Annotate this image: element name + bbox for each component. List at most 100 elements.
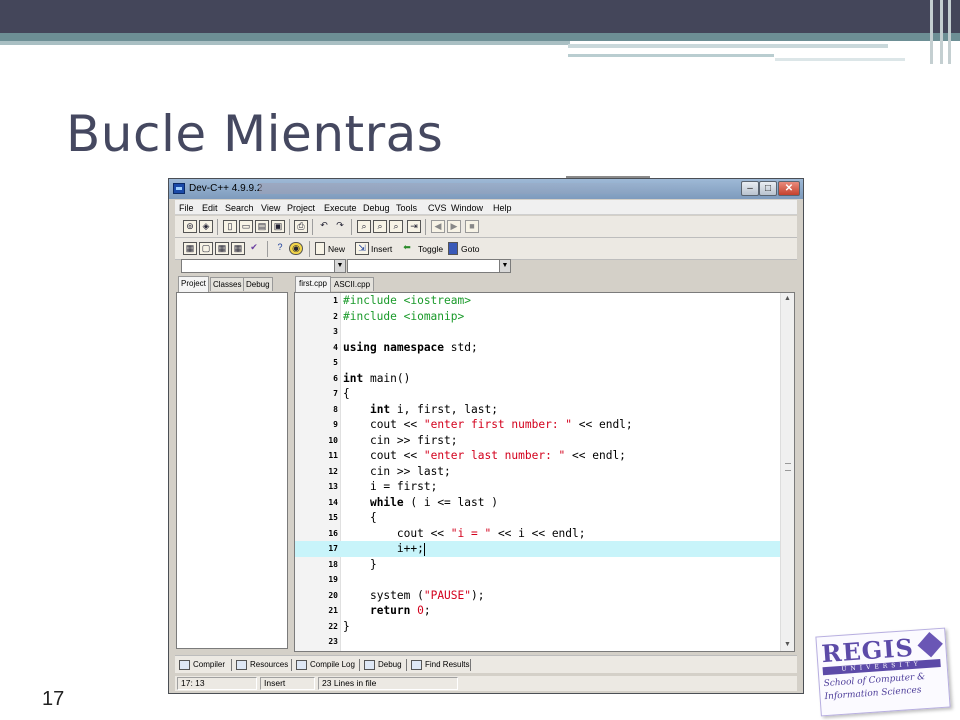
- code-line[interactable]: 11 cout << "enter last number: " << endl…: [295, 448, 780, 464]
- chevron-down-icon[interactable]: ▼: [499, 260, 510, 272]
- code-line[interactable]: 15 {: [295, 510, 780, 526]
- panel-splitter[interactable]: [288, 276, 292, 654]
- code-line[interactable]: 21 return 0;: [295, 603, 780, 619]
- line-number: 3: [333, 327, 338, 336]
- code-text: #include <iostream>: [343, 293, 471, 308]
- tab-find-results[interactable]: Find Results: [411, 658, 469, 672]
- forward-icon[interactable]: ▶: [447, 220, 461, 233]
- tab-debug[interactable]: Debug: [243, 277, 273, 291]
- close-file-icon[interactable]: ▣: [271, 220, 285, 233]
- replace-icon[interactable]: ⌕: [373, 220, 387, 233]
- code-line[interactable]: 20 system ("PAUSE");: [295, 588, 780, 604]
- class-combo[interactable]: ▼: [181, 259, 346, 273]
- code-line[interactable]: 16 cout << "i = " << i << endl;: [295, 526, 780, 542]
- run-icon[interactable]: ▢: [199, 242, 213, 255]
- code-line[interactable]: 23: [295, 634, 780, 650]
- stop-icon[interactable]: ■: [465, 220, 479, 233]
- code-text: while ( i <= last ): [343, 495, 498, 510]
- back-icon[interactable]: ◀: [431, 220, 445, 233]
- code-line[interactable]: 1 #include <iostream>: [295, 293, 780, 309]
- close-button[interactable]: ✕: [778, 181, 800, 196]
- code-line[interactable]: 19: [295, 572, 780, 588]
- menu-view[interactable]: View: [261, 203, 280, 213]
- menu-file[interactable]: File: [179, 203, 194, 213]
- member-combo[interactable]: ▼: [347, 259, 511, 273]
- vertical-scrollbar[interactable]: ▲ ▼: [780, 293, 794, 651]
- print-icon[interactable]: ⎙: [294, 220, 308, 233]
- code-line[interactable]: 9 cout << "enter first number: " << endl…: [295, 417, 780, 433]
- menu-cvs[interactable]: CVS: [428, 203, 447, 213]
- code-line[interactable]: 6 int main(): [295, 371, 780, 387]
- chevron-down-icon[interactable]: ▼: [334, 260, 345, 272]
- code-line[interactable]: 14 while ( i <= last ): [295, 495, 780, 511]
- tab-compile-log[interactable]: Compile Log: [296, 658, 355, 672]
- header-line: [775, 58, 905, 61]
- check-icon[interactable]: ✔: [247, 242, 261, 255]
- code-line[interactable]: 3: [295, 324, 780, 340]
- open-file-icon[interactable]: ▭: [239, 220, 253, 233]
- code-token: {: [369, 511, 377, 524]
- toggle-bookmark-icon[interactable]: ⬅: [400, 242, 414, 255]
- goto-button[interactable]: Goto: [461, 244, 479, 254]
- find-next-icon[interactable]: ⌕: [389, 220, 403, 233]
- tab-classes[interactable]: Classes: [210, 277, 245, 291]
- code-line[interactable]: 10 cin >> first;: [295, 433, 780, 449]
- code-line[interactable]: 2 #include <iomanip>: [295, 309, 780, 325]
- toggle-button[interactable]: Toggle: [418, 244, 443, 254]
- tab-ascii-cpp[interactable]: ASCII.cpp: [330, 277, 375, 291]
- menu-execute[interactable]: Execute: [324, 203, 357, 213]
- about-icon[interactable]: ◉: [289, 242, 303, 255]
- code-token: cin >> last;: [369, 464, 451, 478]
- menu-window[interactable]: Window: [451, 203, 483, 213]
- insert-icon[interactable]: ⇲: [355, 242, 369, 255]
- code-line[interactable]: 4 using namespace std;: [295, 340, 780, 356]
- code-line[interactable]: 12 cin >> last;: [295, 464, 780, 480]
- project-panel[interactable]: [176, 292, 288, 649]
- window-titlebar[interactable]: Dev-C++ 4.9.9.2 – □ ✕: [169, 179, 803, 199]
- tab-compiler[interactable]: Compiler: [179, 658, 225, 672]
- code-line[interactable]: 17 i++;: [295, 541, 780, 557]
- tab-first-cpp[interactable]: first.cpp: [295, 276, 332, 292]
- code-line[interactable]: 8 int i, first, last;: [295, 402, 780, 418]
- compile-run-icon[interactable]: ▦: [215, 242, 229, 255]
- goto-line-icon[interactable]: ⇥: [407, 220, 421, 233]
- goto-bookmark-icon[interactable]: [448, 242, 458, 255]
- code-line[interactable]: 22}: [295, 619, 780, 635]
- class-browser-icon[interactable]: ◈: [199, 220, 213, 233]
- menu-tools[interactable]: Tools: [396, 203, 417, 213]
- compile-icon[interactable]: ▦: [183, 242, 197, 255]
- open-project-icon[interactable]: ⊚: [183, 220, 197, 233]
- help-icon[interactable]: ?: [273, 242, 287, 255]
- code-token: }: [369, 557, 377, 571]
- tab-resources[interactable]: Resources: [236, 658, 288, 672]
- tab-project[interactable]: Project: [178, 276, 209, 292]
- menu-project[interactable]: Project: [287, 203, 315, 213]
- scroll-down-icon[interactable]: ▼: [781, 639, 794, 651]
- minimize-button[interactable]: –: [741, 181, 759, 196]
- code-line[interactable]: 18 }: [295, 557, 780, 573]
- save-all-icon[interactable]: ▤: [255, 220, 269, 233]
- maximize-button[interactable]: □: [759, 181, 777, 196]
- menu-debug[interactable]: Debug: [363, 203, 390, 213]
- scroll-grip[interactable]: [785, 463, 791, 471]
- code-editor[interactable]: 1 #include <iostream> 2 #include <iomanip> 3…: [294, 292, 795, 652]
- redo-icon[interactable]: ↷: [333, 220, 347, 233]
- code-line[interactable]: 5: [295, 355, 780, 371]
- undo-icon[interactable]: ↶: [317, 220, 331, 233]
- tab-debug-output[interactable]: Debug: [364, 658, 402, 672]
- code-token: }: [343, 619, 350, 633]
- code-line[interactable]: 13 i = first;: [295, 479, 780, 495]
- line-number: 14: [328, 497, 338, 507]
- insert-button[interactable]: Insert: [371, 244, 392, 254]
- new-button[interactable]: New: [328, 244, 345, 254]
- code-string: "PAUSE": [423, 588, 471, 602]
- code-line[interactable]: 7{: [295, 386, 780, 402]
- new-file-icon[interactable]: ▯: [223, 220, 237, 233]
- find-icon[interactable]: ⌕: [357, 220, 371, 233]
- menu-help[interactable]: Help: [493, 203, 512, 213]
- menu-edit[interactable]: Edit: [202, 203, 218, 213]
- rebuild-icon[interactable]: ▦: [231, 242, 245, 255]
- new-item-icon[interactable]: [315, 242, 325, 255]
- menu-search[interactable]: Search: [225, 203, 254, 213]
- scroll-up-icon[interactable]: ▲: [781, 293, 794, 305]
